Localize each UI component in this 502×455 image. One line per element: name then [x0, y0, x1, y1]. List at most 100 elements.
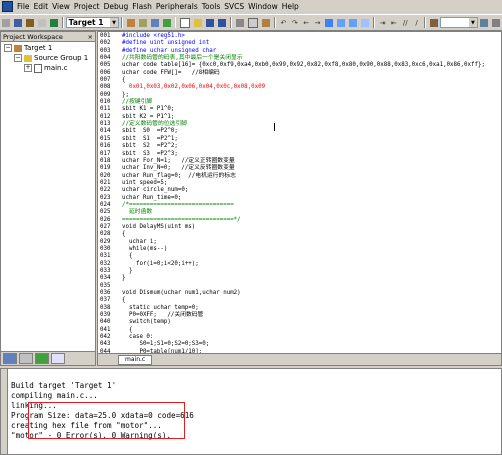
- save-icon[interactable]: [205, 16, 215, 29]
- code-line[interactable]: 032 for(i=0;i<20;i++);: [98, 261, 498, 268]
- code-line[interactable]: 002 #define uint unsigned int: [98, 40, 498, 47]
- code-line[interactable]: 014 sbit S0 =P2^0;: [98, 128, 498, 135]
- open-folder-icon[interactable]: [193, 16, 203, 29]
- code-line[interactable]: 003 #define uchar unsigned char: [98, 48, 498, 55]
- code-line[interactable]: 040 switch(temp): [98, 319, 498, 326]
- code-line[interactable]: 038 static uchar temp=0;: [98, 305, 498, 312]
- code-line[interactable]: 022 uchar circle_num=0;: [98, 187, 498, 194]
- menu-help[interactable]: Help: [280, 2, 301, 11]
- paste-icon[interactable]: [261, 16, 271, 29]
- code-line[interactable]: 033 }: [98, 268, 498, 275]
- translate-icon[interactable]: [1, 16, 11, 29]
- menu-flash[interactable]: Flash: [130, 2, 154, 11]
- bookmark-clear-icon[interactable]: [360, 16, 370, 29]
- file-extensions-icon[interactable]: [150, 16, 160, 29]
- bookmark-next-icon[interactable]: [348, 16, 358, 29]
- bookmark-icon[interactable]: [324, 16, 334, 29]
- redo-icon[interactable]: ↷: [290, 16, 299, 29]
- books-tab-icon[interactable]: [35, 353, 49, 364]
- undo-icon[interactable]: ↶: [279, 16, 288, 29]
- collapse-icon[interactable]: −: [14, 54, 22, 62]
- code-editor[interactable]: 001 #include <reg51.h> 002 #define uint uns…: [97, 31, 502, 366]
- forward-icon[interactable]: →: [313, 16, 322, 29]
- menu-tools[interactable]: Tools: [200, 2, 222, 11]
- code-line[interactable]: 007 {: [98, 77, 498, 84]
- code-line[interactable]: 039 P0=0XFF; //关闭数码管: [98, 312, 498, 319]
- code-line[interactable]: 008 0x01,0x03,0x02,0x06,0x04,0x0c,0x08,0…: [98, 84, 498, 91]
- menu-svcs[interactable]: SVCS: [222, 2, 246, 11]
- new-file-icon[interactable]: [179, 16, 191, 29]
- close-icon[interactable]: ×: [88, 33, 95, 41]
- zoom-icon[interactable]: [491, 16, 501, 29]
- menu-project[interactable]: Project: [72, 2, 102, 11]
- code-line[interactable]: 019 uchar Inv_N=0; //定义反转圈数变量: [98, 165, 498, 172]
- find-icon[interactable]: [479, 16, 489, 29]
- tree-item-main-c[interactable]: + main.c: [4, 63, 95, 73]
- target-options-icon[interactable]: [126, 16, 136, 29]
- output-dock-handle[interactable]: [1, 369, 8, 454]
- code-line[interactable]: 043 S0=1;S1=0;S2=0;S3=0;: [98, 341, 498, 348]
- uncomment-icon[interactable]: /: [412, 16, 421, 29]
- code-line[interactable]: 010 //按键引脚: [98, 99, 498, 106]
- books-icon[interactable]: [162, 16, 172, 29]
- tree-item-target[interactable]: − Target 1: [4, 43, 95, 53]
- code-line[interactable]: 009};: [98, 92, 498, 99]
- code-line[interactable]: 042 case 0:: [98, 334, 498, 341]
- find-combo[interactable]: ▼: [439, 17, 478, 28]
- code-line[interactable]: 028 {: [98, 231, 498, 238]
- registers-tab-icon[interactable]: [19, 353, 33, 364]
- expand-icon[interactable]: +: [24, 64, 32, 72]
- menu-peripherals[interactable]: Peripherals: [154, 2, 200, 11]
- code-line[interactable]: 020 uchar Run_flag=0; //电机运行的标志: [98, 173, 498, 180]
- download-icon[interactable]: [49, 16, 59, 29]
- code-line[interactable]: 011 sbit K1 = P1^0;: [98, 106, 498, 113]
- build-icon[interactable]: [13, 16, 23, 29]
- code-line[interactable]: 023 uchar Run_time=0;: [98, 195, 498, 202]
- tree-item-source-group[interactable]: − Source Group 1: [4, 53, 95, 63]
- code-line[interactable]: 036 void Dismum(uchar num1,uchar num2): [98, 290, 498, 297]
- copy-icon[interactable]: [247, 16, 259, 29]
- tab-main-c[interactable]: main.c: [118, 354, 153, 365]
- code-line[interactable]: 015 sbit S1 =P2^1;: [98, 136, 498, 143]
- code-line[interactable]: 037 {: [98, 297, 498, 304]
- code-lines[interactable]: 001 #include <reg51.h> 002 #define uint uns…: [98, 33, 498, 365]
- code-line[interactable]: 005 uchar code table[16]= {0xc0,0xf9,0xa4…: [98, 62, 498, 69]
- find-in-files-icon[interactable]: [429, 16, 439, 29]
- manage-components-icon[interactable]: [138, 16, 148, 29]
- target-select[interactable]: Target 1 ▼: [65, 17, 120, 28]
- menu-file[interactable]: File: [15, 2, 32, 11]
- menu-debug[interactable]: Debug: [102, 2, 131, 11]
- bookmark-prev-icon[interactable]: [336, 16, 346, 29]
- chevron-down-icon[interactable]: ▼: [468, 18, 477, 27]
- menu-view[interactable]: View: [50, 2, 72, 11]
- code-line[interactable]: 029 uchar i;: [98, 239, 498, 246]
- rebuild-icon[interactable]: [25, 16, 35, 29]
- code-line[interactable]: 041 {: [98, 327, 498, 334]
- code-line[interactable]: 013 //定义数码管的位选引脚: [98, 121, 498, 128]
- code-line[interactable]: 004 //共阳数码管的码表,其中最后一个是关闭显示: [98, 55, 498, 62]
- back-icon[interactable]: ←: [301, 16, 310, 29]
- files-tab-icon[interactable]: [3, 353, 17, 364]
- menu-edit[interactable]: Edit: [32, 2, 51, 11]
- cut-icon[interactable]: [235, 16, 245, 29]
- code-line[interactable]: 031 {: [98, 253, 498, 260]
- code-line[interactable]: 025 延时函数: [98, 209, 498, 216]
- indent-icon[interactable]: ⇥: [378, 16, 387, 29]
- code-line[interactable]: 006 uchar code FFW[]= //8相编码: [98, 70, 498, 77]
- unindent-icon[interactable]: ⇤: [389, 16, 398, 29]
- code-line[interactable]: 001 #include <reg51.h>: [98, 33, 498, 40]
- code-line[interactable]: 021 uint speed=5;: [98, 180, 498, 187]
- menu-window[interactable]: Window: [246, 2, 280, 11]
- stop-build-icon[interactable]: [37, 16, 47, 29]
- code-line[interactable]: 016 sbit S2 =P2^2;: [98, 143, 498, 150]
- save-all-icon[interactable]: [217, 16, 227, 29]
- collapse-icon[interactable]: −: [4, 44, 12, 52]
- code-line[interactable]: 035: [98, 283, 498, 290]
- code-line[interactable]: 030 while(ms--): [98, 246, 498, 253]
- code-line[interactable]: 024 /*==============================: [98, 202, 498, 209]
- code-line[interactable]: 027 void DelayMS(uint ms): [98, 224, 498, 231]
- code-line[interactable]: 017 sbit S3 =P2^3;: [98, 151, 498, 158]
- code-line[interactable]: 034}: [98, 275, 498, 282]
- functions-tab-icon[interactable]: [51, 353, 65, 364]
- code-line[interactable]: 026 ================================*/: [98, 217, 498, 224]
